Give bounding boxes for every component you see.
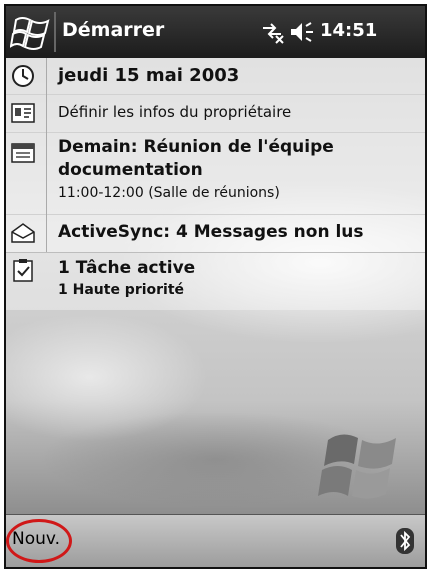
owner-card-icon: [11, 103, 35, 123]
tasks-priority-text: 1 Haute priorité: [58, 282, 185, 298]
appointment-title-line1: Demain: Réunion de l'équipe: [58, 137, 334, 157]
task-checkbox-icon: [13, 259, 33, 282]
title-bar: Démarrer 14:51: [6, 6, 425, 58]
windows-logo-icon: [318, 434, 396, 499]
today-item-calendar[interactable]: Demain: Réunion de l'équipe documentatio…: [6, 132, 425, 215]
tasks-active-text: 1 Tâche active: [58, 258, 196, 278]
menu-bar: Nouv.: [6, 514, 425, 567]
today-item-owner[interactable]: Définir les infos du propriétaire: [6, 94, 425, 133]
envelope-icon: [11, 223, 35, 243]
today-screen: jeudi 15 mai 2003 Définir les infos du p…: [6, 58, 425, 514]
row-separator: [46, 94, 47, 132]
connectivity-icon[interactable]: [259, 20, 285, 44]
clock-icon: [12, 65, 34, 87]
row-separator: [46, 58, 47, 94]
appointment-title-line2: documentation: [58, 160, 203, 180]
new-button[interactable]: Nouv.: [12, 529, 60, 549]
today-item-tasks[interactable]: 1 Tâche active 1 Haute priorité: [6, 252, 425, 310]
today-item-activesync[interactable]: ActiveSync: 4 Messages non lus: [6, 214, 425, 253]
appointment-time: 11:00-12:00 (Salle de réunions): [58, 185, 280, 201]
today-item-date[interactable]: jeudi 15 mai 2003: [6, 58, 425, 95]
row-separator: [46, 214, 47, 252]
bluetooth-icon[interactable]: [393, 527, 417, 555]
calendar-icon: [11, 143, 35, 163]
date-text: jeudi 15 mai 2003: [58, 65, 240, 86]
activesync-text: ActiveSync: 4 Messages non lus: [58, 222, 364, 242]
start-menu-title[interactable]: Démarrer: [62, 19, 164, 41]
owner-info-text: Définir les infos du propriétaire: [58, 103, 292, 121]
pocketpc-screen: Démarrer 14:51 jeudi 15 mai 2003 Définir…: [4, 4, 427, 569]
row-separator: [46, 132, 47, 214]
speaker-icon[interactable]: [289, 20, 315, 44]
windows-flag-start-icon[interactable]: [10, 12, 54, 52]
title-separator: [54, 12, 56, 52]
clock[interactable]: 14:51: [320, 20, 377, 41]
